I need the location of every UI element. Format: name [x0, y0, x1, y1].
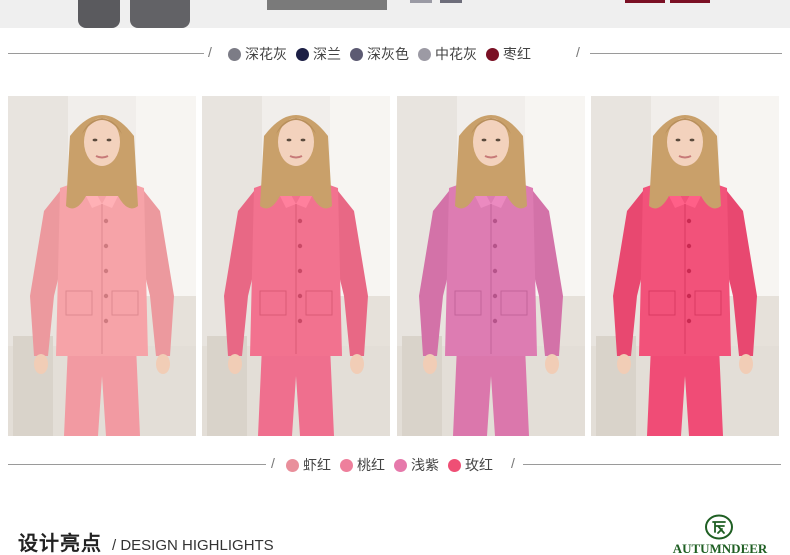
color-option-label: 浅紫 [411, 458, 439, 474]
color-option-label: 深花灰 [245, 47, 287, 63]
divider-line-left [8, 464, 266, 465]
product-photo-rose-red [591, 96, 779, 436]
color-option-label: 中花灰 [435, 47, 477, 63]
color-list: 虾红 桃红 浅紫 玫红 [286, 453, 502, 477]
model-legs-image [78, 0, 228, 28]
section-heading-zh: 设计亮点 [18, 531, 102, 555]
separator-slash: / [511, 455, 515, 471]
color-option-label: 桃红 [357, 458, 385, 474]
color-option: 深花灰 [228, 44, 287, 64]
color-swatch-dot [350, 47, 363, 61]
separator-slash: / [271, 455, 275, 471]
section-heading-en: / DESIGN HIGHLIGHTS [112, 537, 274, 554]
color-swatch-dot [296, 47, 309, 61]
color-option: 中花灰 [418, 44, 477, 64]
color-option-label: 玫红 [465, 458, 493, 474]
product-photo-peach-red [202, 96, 390, 436]
deer-seal-icon [705, 514, 733, 540]
product-photo-light-purple [397, 96, 585, 436]
section-tab [267, 0, 387, 10]
color-option: 深兰 [296, 44, 341, 64]
separator-slash: / [576, 44, 580, 60]
product-photo-shrimp-red [8, 96, 196, 436]
color-option: 桃红 [340, 455, 385, 475]
top-image-strip [0, 0, 790, 28]
color-option: 深灰色 [350, 44, 409, 64]
separator-slash: / [208, 44, 212, 60]
color-options-row-dark: / 深花灰 深兰 深灰色 中花灰 枣红 / [0, 42, 790, 66]
color-option-label: 枣红 [503, 47, 531, 63]
brand-name: AUTUMNDEER [672, 541, 768, 555]
color-option: 浅紫 [394, 455, 439, 475]
section-heading: 设计亮点 / DESIGN HIGHLIGHTS [18, 527, 274, 555]
color-option-label: 深兰 [313, 47, 341, 63]
divider-line-right [523, 464, 781, 465]
color-option-label: 虾红 [303, 458, 331, 474]
color-swatch-dot [228, 47, 241, 61]
color-swatch-dot [394, 458, 407, 472]
color-list: 深花灰 深兰 深灰色 中花灰 枣红 [228, 42, 540, 66]
color-option: 玫红 [448, 455, 493, 475]
color-option: 枣红 [486, 44, 531, 64]
color-swatch-dot [340, 458, 353, 472]
divider-line-left [8, 53, 204, 54]
color-swatch-dot [286, 458, 299, 472]
color-swatch-dot [486, 47, 499, 61]
color-option-label: 深灰色 [367, 47, 409, 63]
brand-logo: AUTUMNDEER [668, 514, 772, 555]
color-swatch-dot [418, 47, 431, 61]
color-options-row-pink: / 虾红 桃红 浅紫 玫红 / [0, 453, 790, 477]
color-option: 虾红 [286, 455, 331, 475]
color-swatch-dot [448, 458, 461, 472]
divider-line-right [590, 53, 782, 54]
